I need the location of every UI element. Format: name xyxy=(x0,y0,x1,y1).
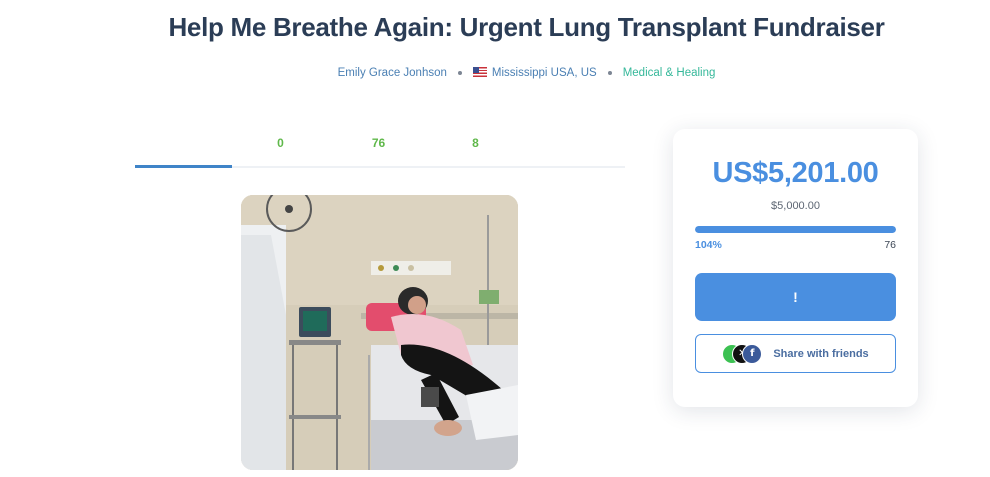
goal-amount: $5,000.00 xyxy=(771,200,820,212)
share-icons: ✕ f xyxy=(722,343,764,364)
facebook-icon: f xyxy=(742,343,763,364)
amount-raised: US$5,201.00 xyxy=(712,157,879,189)
progress-percent: 104% xyxy=(695,239,722,251)
separator-dot xyxy=(457,71,462,75)
tab-comments[interactable]: 8 xyxy=(427,126,524,166)
campaign-meta: Emily Grace Jonhson Mississippi USA, US … xyxy=(0,67,990,79)
share-label: Share with friends xyxy=(773,347,869,360)
donate-button[interactable]: ! xyxy=(695,273,896,321)
donor-count: 76 xyxy=(884,239,896,251)
location-text: Mississippi USA, US xyxy=(491,67,597,79)
category-link[interactable]: Medical & Healing xyxy=(623,67,716,79)
progress-bar-fill xyxy=(695,226,896,233)
progress-bar xyxy=(695,226,896,233)
organizer-link[interactable]: Emily Grace Jonhson xyxy=(338,67,447,79)
page-title: Help Me Breathe Again: Urgent Lung Trans… xyxy=(168,12,885,42)
campaign-photo xyxy=(241,195,518,470)
tab-updates[interactable]: 0 xyxy=(232,126,329,166)
tab-story[interactable] xyxy=(135,126,232,168)
campaign-tabs: 0 76 8 xyxy=(135,126,625,168)
us-flag-icon xyxy=(472,67,487,77)
separator-dot xyxy=(607,71,612,75)
tab-donations[interactable]: 76 xyxy=(330,126,427,166)
donation-card: US$5,201.00 $5,000.00 104% 76 ! ✕ f Shar… xyxy=(673,129,918,407)
share-button[interactable]: ✕ f Share with friends xyxy=(695,334,896,373)
location: Mississippi USA, US xyxy=(472,67,597,79)
